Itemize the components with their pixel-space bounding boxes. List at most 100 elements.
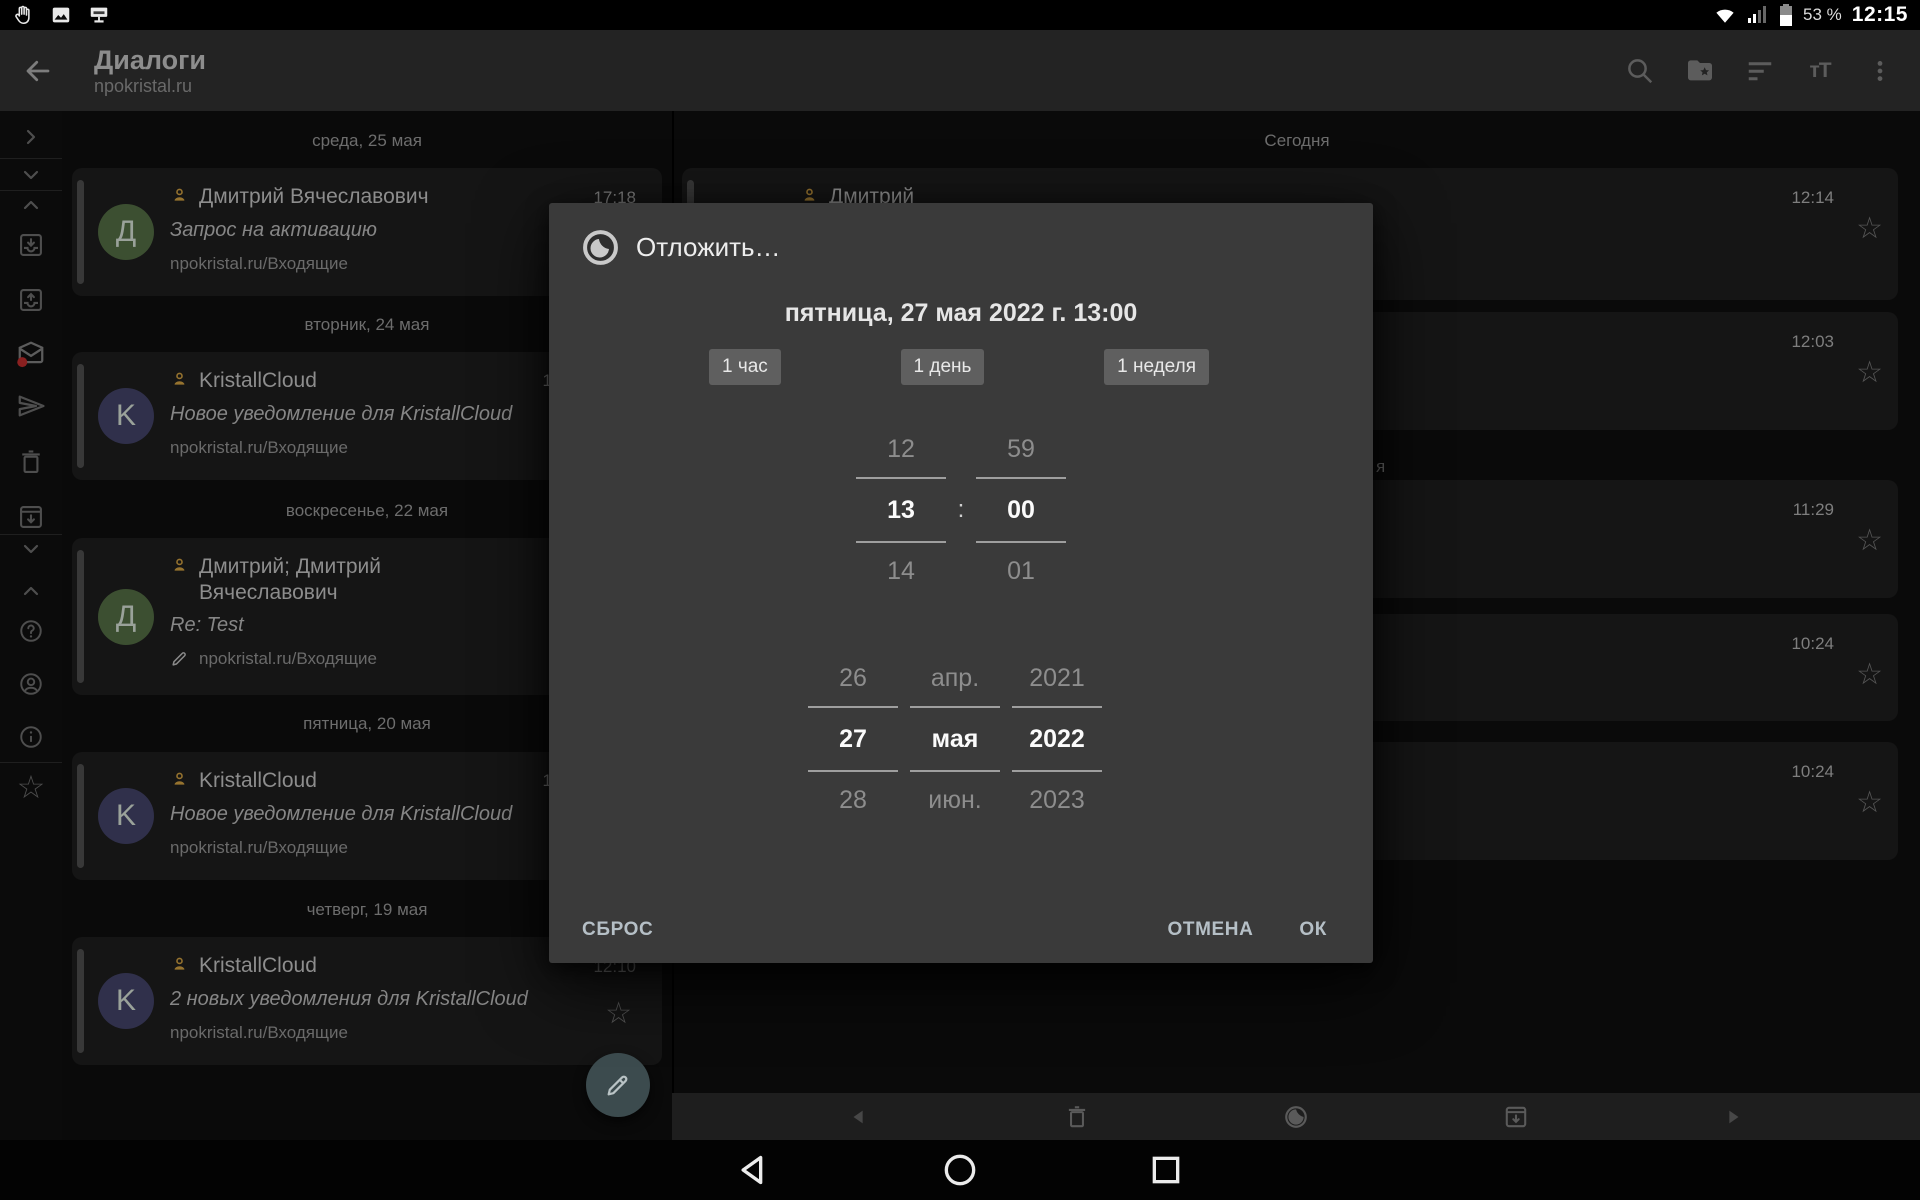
- avatar: K: [98, 388, 154, 444]
- move-to-inbox-icon[interactable]: [17, 231, 45, 259]
- star-icon[interactable]: ☆: [1856, 214, 1883, 244]
- nav-recents-icon[interactable]: [1146, 1150, 1186, 1190]
- account-subtitle: npokristal.ru: [94, 76, 206, 97]
- day-next[interactable]: 28: [808, 772, 898, 828]
- back-arrow-button[interactable]: [0, 56, 76, 86]
- account-stripe: [77, 550, 84, 683]
- time-picker: 12 13 14 : 59 00 01: [856, 421, 1066, 599]
- trash-icon[interactable]: [17, 448, 45, 476]
- minute-next[interactable]: 01: [976, 543, 1066, 599]
- chip-1-hour[interactable]: 1 час: [709, 349, 781, 385]
- archive-icon[interactable]: [17, 503, 45, 531]
- move-from-inbox-icon[interactable]: [17, 286, 45, 314]
- divider: [0, 158, 62, 159]
- sender-name: Дмитрий Вячеславович: [199, 184, 429, 210]
- expand-all-icon[interactable]: [19, 193, 43, 217]
- help-icon[interactable]: [18, 618, 44, 644]
- compose-fab[interactable]: [586, 1053, 650, 1117]
- battery-icon: [1779, 3, 1793, 27]
- folder-label: npokristal.ru/Входящие: [170, 1023, 636, 1043]
- info-icon[interactable]: [18, 724, 44, 750]
- year-prev[interactable]: 2021: [1012, 650, 1102, 706]
- hour-selected[interactable]: 13: [856, 477, 946, 543]
- star-icon[interactable]: ☆: [1856, 358, 1883, 388]
- date-picker: 26 27 28 апр. мая июн. 2021 2022 2023: [808, 650, 1102, 828]
- star-icon[interactable]: ☆: [1856, 660, 1883, 690]
- year-selected[interactable]: 2022: [1012, 706, 1102, 772]
- folder-star-icon[interactable]: [1684, 55, 1716, 87]
- star-icon[interactable]: ☆: [1856, 526, 1883, 556]
- hour-wheel[interactable]: 12 13 14: [856, 421, 946, 599]
- image-notification-icon: [50, 4, 72, 26]
- archive-icon[interactable]: [1503, 1104, 1529, 1130]
- month-prev[interactable]: апр.: [910, 650, 1000, 706]
- minute-wheel[interactable]: 59 00 01: [976, 421, 1066, 599]
- status-bar: 53 % 12:15: [0, 0, 1920, 30]
- unread-mail-icon[interactable]: [16, 339, 46, 369]
- star-filter-icon[interactable]: ☆: [17, 771, 46, 803]
- day-selected[interactable]: 27: [808, 706, 898, 772]
- message-time: 10:24: [1791, 634, 1834, 654]
- person-icon: [170, 186, 189, 205]
- collapse-all-icon[interactable]: [19, 163, 43, 187]
- message-time: 12:14: [1791, 188, 1834, 208]
- year-next[interactable]: 2023: [1012, 772, 1102, 828]
- sort-icon[interactable]: [1744, 55, 1776, 87]
- ok-button[interactable]: ОК: [1299, 919, 1327, 941]
- collapse-section-icon[interactable]: [19, 537, 43, 561]
- battery-percent: 53 %: [1803, 5, 1842, 25]
- avatar: Д: [98, 204, 154, 260]
- message-subject: 2 новых уведомления для KristallCloud: [170, 988, 620, 1011]
- account-stripe: [77, 949, 84, 1053]
- message-action-bar: [672, 1093, 1920, 1140]
- date-header: Сегодня: [674, 131, 1920, 151]
- person-icon: [170, 556, 189, 575]
- day-prev[interactable]: 26: [808, 650, 898, 706]
- send-icon[interactable]: [16, 391, 46, 421]
- expand-panel-icon[interactable]: [19, 125, 43, 149]
- overflow-menu-icon[interactable]: [1864, 55, 1896, 87]
- year-wheel[interactable]: 2021 2022 2023: [1012, 650, 1102, 828]
- minute-selected[interactable]: 00: [976, 477, 1066, 543]
- star-icon[interactable]: ☆: [1856, 788, 1883, 818]
- sidebar-rail: ☆: [0, 111, 62, 1140]
- chip-1-day[interactable]: 1 день: [901, 349, 985, 385]
- nav-back-icon[interactable]: [734, 1150, 774, 1190]
- search-icon[interactable]: [1624, 55, 1656, 87]
- cancel-button[interactable]: ОТМЕНА: [1167, 919, 1253, 941]
- month-wheel[interactable]: апр. мая июн.: [910, 650, 1000, 828]
- avatar: K: [98, 788, 154, 844]
- text-size-icon[interactable]: тТ: [1804, 55, 1836, 87]
- sender-name: KristallCloud: [199, 768, 317, 794]
- trash-icon[interactable]: [1064, 1104, 1090, 1130]
- month-next[interactable]: июн.: [910, 772, 1000, 828]
- selected-datetime: пятница, 27 мая 2022 г. 13:00: [549, 299, 1373, 328]
- month-selected[interactable]: мая: [910, 706, 1000, 772]
- person-icon: [170, 370, 189, 389]
- message-time: 10:24: [1791, 762, 1834, 782]
- time-separator: :: [946, 421, 976, 599]
- sender-name: KristallCloud: [199, 953, 317, 979]
- pencil-icon: [604, 1071, 632, 1099]
- divider: [0, 762, 62, 763]
- message-time: 11:29: [1793, 500, 1834, 520]
- account-stripe: [77, 764, 84, 868]
- day-wheel[interactable]: 26 27 28: [808, 650, 898, 828]
- avatar: Д: [98, 589, 154, 645]
- hour-next[interactable]: 14: [856, 543, 946, 599]
- next-message-icon[interactable]: [1722, 1106, 1744, 1128]
- divider: [0, 534, 62, 535]
- snooze-moon-icon[interactable]: [1283, 1104, 1309, 1130]
- account-icon[interactable]: [18, 671, 44, 697]
- reset-button[interactable]: СБРОС: [582, 919, 653, 941]
- folder-label: npokristal.ru/Входящие: [199, 649, 377, 669]
- account-stripe: [77, 364, 84, 468]
- expand-section-icon[interactable]: [19, 579, 43, 603]
- minute-prev[interactable]: 59: [976, 421, 1066, 477]
- chip-1-week[interactable]: 1 неделя: [1104, 349, 1209, 385]
- sender-name: Дмитрий; Дмитрий Вячеславович: [199, 554, 500, 607]
- hour-prev[interactable]: 12: [856, 421, 946, 477]
- previous-message-icon[interactable]: [848, 1106, 870, 1128]
- nav-home-icon[interactable]: [940, 1150, 980, 1190]
- snooze-moon-icon: [582, 229, 619, 266]
